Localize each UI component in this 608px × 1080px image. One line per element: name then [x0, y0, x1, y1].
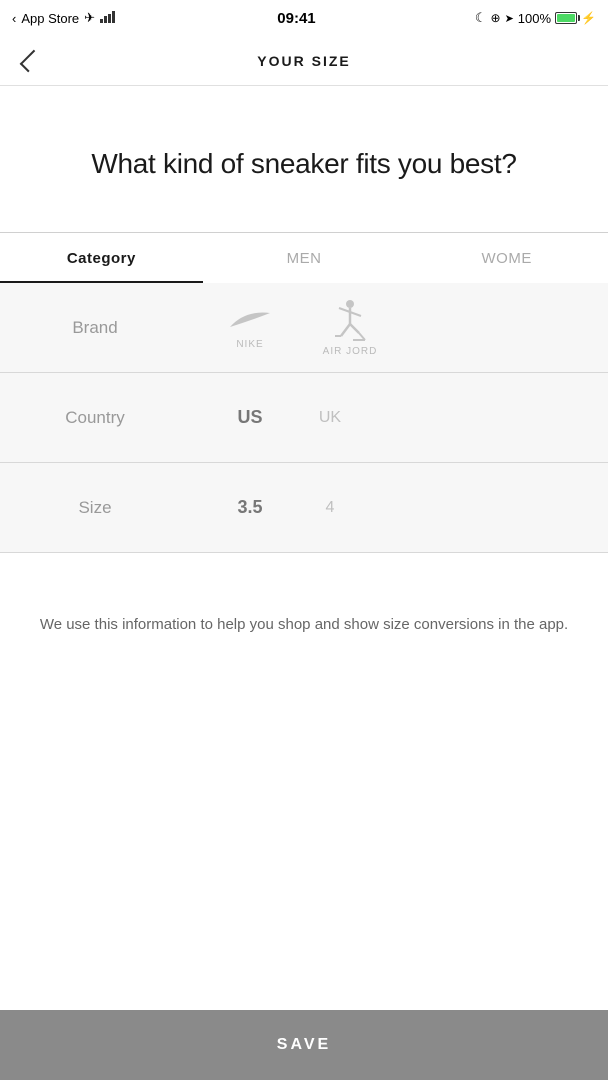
page-title: YOUR SIZE	[257, 53, 350, 69]
info-section: We use this information to help you shop…	[0, 553, 608, 677]
hero-question: What kind of sneaker fits you best?	[20, 146, 588, 182]
country-uk[interactable]: UK	[290, 409, 370, 427]
airplane-icon: ✈	[84, 10, 95, 26]
country-label: Country	[0, 408, 190, 428]
tab-women[interactable]: WOME	[405, 233, 608, 283]
brand-picker-row: Brand NIKE	[0, 283, 608, 373]
size-values: 3.5 4	[190, 497, 608, 518]
info-text: We use this information to help you shop…	[30, 613, 578, 637]
nav-bar: YOUR SIZE	[0, 36, 608, 86]
navigate-icon: ➤	[505, 12, 514, 25]
jordan-jumpman-icon	[331, 298, 369, 342]
country-picker-row: Country US UK	[0, 373, 608, 463]
moon-icon: ☾	[475, 10, 487, 26]
back-arrow-icon: ‹	[12, 11, 16, 26]
back-button[interactable]	[16, 46, 46, 76]
save-button-label: SAVE	[277, 1036, 331, 1054]
status-left: ‹ App Store ✈	[12, 10, 118, 26]
hero-section: What kind of sneaker fits you best?	[0, 86, 608, 232]
size-4[interactable]: 4	[290, 499, 370, 517]
brand-label: Brand	[0, 318, 190, 338]
status-right: ☾ ⊕ ➤ 100% ⚡	[475, 10, 596, 26]
main-content: What kind of sneaker fits you best? Cate…	[0, 86, 608, 747]
chevron-left-icon	[20, 49, 43, 72]
save-button[interactable]: SAVE	[0, 1010, 608, 1080]
brand-jordan[interactable]: AIR JORD	[310, 298, 390, 357]
brand-values: NIKE AIR JORD	[190, 298, 608, 357]
country-values: US UK	[190, 407, 608, 428]
status-time: 09:41	[277, 10, 315, 27]
nike-swoosh-icon	[225, 305, 275, 335]
tabs-container: Category MEN WOME	[0, 233, 608, 283]
tab-category[interactable]: Category	[0, 233, 203, 283]
jordan-label: AIR JORD	[323, 346, 378, 357]
brand-nike[interactable]: NIKE	[210, 305, 290, 350]
battery-icon	[555, 12, 577, 24]
size-3-5[interactable]: 3.5	[210, 497, 290, 518]
signal-icon	[100, 11, 118, 26]
nike-label: NIKE	[236, 339, 263, 350]
country-us[interactable]: US	[210, 407, 290, 428]
size-label: Size	[0, 498, 190, 518]
location-icon: ⊕	[491, 11, 501, 25]
bottom-spacer	[0, 677, 608, 747]
status-bar: ‹ App Store ✈ 09:41 ☾ ⊕ ➤ 100% ⚡	[0, 0, 608, 36]
tab-men[interactable]: MEN	[203, 233, 406, 283]
charging-icon: ⚡	[581, 11, 596, 25]
battery-percent-label: 100%	[518, 11, 551, 26]
carrier-label: App Store	[21, 11, 79, 26]
size-picker-row: Size 3.5 4	[0, 463, 608, 553]
picker-section: Brand NIKE	[0, 283, 608, 553]
